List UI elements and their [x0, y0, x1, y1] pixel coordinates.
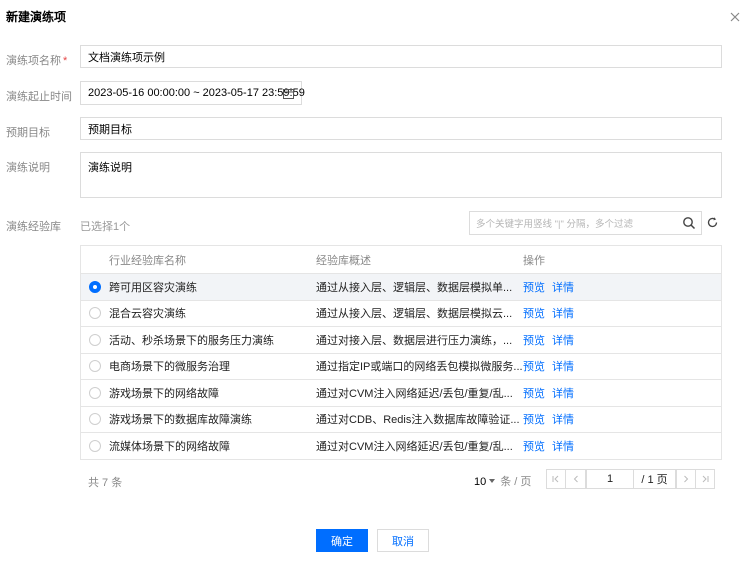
row-desc: 通过对CDB、Redis注入数据库故障验证...: [316, 414, 520, 427]
row-radio[interactable]: [89, 413, 101, 426]
calendar-icon: [283, 88, 294, 99]
detail-link[interactable]: 详情: [552, 441, 574, 453]
table-header: 行业经验库名称 经验库概述 操作: [81, 246, 721, 274]
row-desc: 通过指定IP或端口的网络丢包模拟微服务...: [316, 361, 523, 374]
preview-link[interactable]: 预览: [523, 388, 545, 400]
name-label: 演练项名称 *: [6, 55, 68, 67]
table-row[interactable]: 游戏场景下的数据库故障演练 通过对CDB、Redis注入数据库故障验证... 预览详…: [81, 407, 721, 433]
time-range-picker[interactable]: 2023-05-16 00:00:00 ~ 2023-05-17 23:59:5…: [80, 81, 305, 105]
goal-input-value: 预期目标: [88, 123, 132, 136]
detail-link[interactable]: 详情: [552, 308, 574, 320]
last-page-icon: [702, 475, 709, 483]
desc-label: 演练说明: [6, 162, 50, 174]
chevron-right-icon: [684, 475, 689, 483]
row-radio[interactable]: [89, 386, 101, 399]
column-name: 行业经验库名称: [109, 254, 186, 267]
row-ops: 预览 详情: [523, 305, 721, 321]
row-ops: 预览 详情: [523, 332, 721, 348]
first-page-icon: [552, 475, 559, 483]
confirm-button[interactable]: 确定: [316, 529, 368, 552]
chevron-down-icon: [489, 479, 496, 483]
preview-link[interactable]: 预览: [523, 441, 545, 453]
page-number-input[interactable]: 1: [586, 469, 634, 489]
refresh-icon[interactable]: [706, 216, 719, 229]
row-name: 流媒体场景下的网络故障: [109, 440, 230, 453]
row-desc: 通过从接入层、逻辑层、数据层模拟单...: [316, 281, 513, 294]
row-desc: 通过对CVM注入网络延迟/丢包/重复/乱...: [316, 387, 513, 400]
chevron-left-icon: [573, 475, 578, 483]
selected-count: 已选择1个: [80, 221, 131, 233]
first-page-button[interactable]: [546, 469, 566, 489]
preview-link[interactable]: 预览: [523, 308, 545, 320]
preview-link[interactable]: 预览: [523, 282, 545, 294]
table-row[interactable]: 活动、秒杀场景下的服务压力演练 通过对接入层、数据层进行压力演练，... 预览 详情: [81, 327, 721, 354]
row-radio[interactable]: [89, 280, 101, 293]
next-page-button[interactable]: [676, 469, 696, 489]
detail-link[interactable]: 详情: [552, 335, 574, 347]
row-name: 活动、秒杀场景下的服务压力演练: [109, 334, 274, 347]
dialog-title: 新建演练项: [6, 10, 67, 24]
detail-link[interactable]: 详情: [552, 414, 574, 426]
row-radio[interactable]: [89, 439, 101, 452]
table-row[interactable]: 混合云容灾演练 通过从接入层、逻辑层、数据层模拟云... 预览 详情: [81, 301, 721, 327]
column-ops: 操作: [523, 254, 545, 267]
library-label: 演练经验库: [6, 221, 61, 233]
required-mark: *: [63, 55, 68, 67]
table-row[interactable]: 游戏场景下的网络故障 通过对CVM注入网络延迟/丢包/重复/乱... 预览 详情: [81, 380, 721, 407]
detail-link[interactable]: 详情: [552, 388, 574, 400]
goal-input[interactable]: 预期目标: [80, 117, 722, 140]
detail-link[interactable]: 详情: [552, 361, 574, 373]
goal-label: 预期目标: [6, 127, 50, 139]
page-size-select[interactable]: 10 条 / 页: [474, 473, 531, 489]
row-radio[interactable]: [89, 333, 101, 346]
row-ops: 预览 详情: [523, 279, 721, 295]
cancel-button[interactable]: 取消: [377, 529, 429, 552]
row-name: 电商场景下的微服务治理: [109, 361, 230, 374]
detail-link[interactable]: 详情: [552, 282, 574, 294]
row-name: 混合云容灾演练: [109, 308, 186, 321]
preview-link[interactable]: 预览: [523, 335, 545, 347]
table-row[interactable]: 电商场景下的微服务治理 通过指定IP或端口的网络丢包模拟微服务... 预览 详情: [81, 354, 721, 380]
last-page-button[interactable]: [695, 469, 715, 489]
row-ops: 预览 详情: [523, 385, 721, 401]
library-table: 行业经验库名称 经验库概述 操作 跨可用区容灾演练通过从接入层、逻辑层、数据层模…: [80, 245, 722, 460]
close-icon[interactable]: [728, 10, 742, 24]
row-desc: 通过从接入层、逻辑层、数据层模拟云...: [316, 308, 513, 321]
time-range-value: 2023-05-16 00:00:00 ~ 2023-05-17 23:59:5…: [88, 87, 305, 99]
search-icon[interactable]: [682, 216, 696, 230]
row-name: 跨可用区容灾演练: [109, 281, 197, 294]
total-pages: / 1 页: [634, 469, 676, 489]
row-radio[interactable]: [89, 307, 101, 320]
row-ops: 预览 详情: [523, 438, 721, 454]
desc-textarea-value: 演练说明: [88, 162, 132, 174]
search-placeholder: 多个关键字用竖线 "|" 分隔，多个过滤: [476, 219, 633, 230]
search-input[interactable]: 多个关键字用竖线 "|" 分隔，多个过滤: [469, 211, 702, 235]
row-radio[interactable]: [89, 360, 101, 373]
row-name: 游戏场景下的网络故障: [109, 387, 219, 400]
row-name: 游戏场景下的数据库故障演练: [109, 414, 252, 427]
name-input-value: 文档演练项示例: [88, 51, 165, 64]
column-desc: 经验库概述: [316, 254, 371, 267]
row-ops: 预览 详情: [523, 358, 721, 374]
row-desc: 通过对接入层、数据层进行压力演练，...: [316, 334, 513, 347]
row-ops: 预览 详情: [523, 411, 721, 427]
page-size-unit: 条 / 页: [500, 476, 532, 488]
prev-page-button[interactable]: [565, 469, 586, 489]
row-desc: 通过对CVM注入网络延迟/丢包/重复/乱...: [316, 440, 513, 453]
name-input[interactable]: 文档演练项示例: [80, 45, 722, 68]
table-row[interactable]: 跨可用区容灾演练 通过从接入层、逻辑层、数据层模拟单... 预览 详情: [81, 274, 721, 301]
total-count: 共 7 条: [88, 477, 123, 489]
preview-link[interactable]: 预览: [523, 414, 545, 426]
table-row[interactable]: 流媒体场景下的网络故障 通过对CVM注入网络延迟/丢包/重复/乱... 预览 详情: [81, 433, 721, 460]
time-label: 演练起止时间: [6, 91, 72, 103]
desc-textarea[interactable]: 演练说明: [80, 152, 722, 198]
page-size-value: 10: [474, 476, 487, 488]
preview-link[interactable]: 预览: [523, 361, 545, 373]
